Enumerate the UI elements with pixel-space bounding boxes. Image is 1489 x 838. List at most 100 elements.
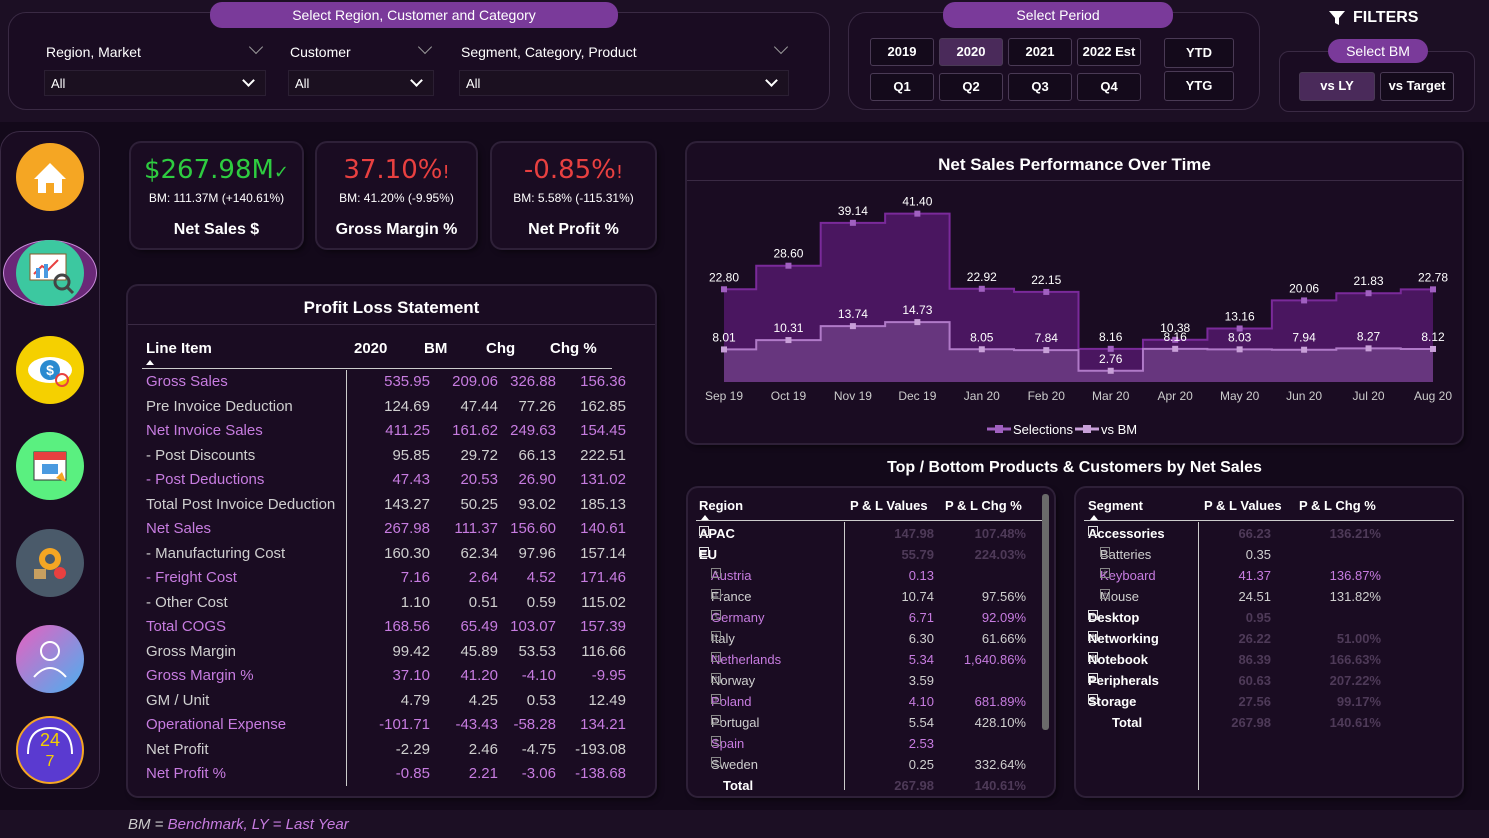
expand-icon[interactable]: +: [711, 631, 721, 641]
table-row[interactable]: + Notebook 86.39 166.63%: [1076, 652, 1462, 673]
pl-cell-v: 99.42: [392, 642, 430, 660]
data-point[interactable]: [1236, 346, 1243, 353]
data-point[interactable]: [849, 219, 856, 226]
year-2019-button[interactable]: 2019: [870, 38, 934, 66]
analytics-presentation-icon[interactable]: [16, 240, 84, 306]
data-point[interactable]: [1043, 347, 1050, 354]
table-row[interactable]: + Keyboard 41.37 136.87%: [1076, 568, 1462, 589]
segment-dropdown[interactable]: All: [459, 70, 789, 96]
data-point[interactable]: [978, 346, 985, 353]
table-row[interactable]: + Germany 6.71 92.09%: [688, 610, 1054, 631]
table-row[interactable]: + Sweden 0.25 332.64%: [688, 757, 1054, 778]
table-row[interactable]: + APAC 147.98 107.48%: [688, 526, 1054, 547]
q2-button[interactable]: Q2: [939, 73, 1003, 101]
data-point[interactable]: [1301, 346, 1308, 353]
ytd-button[interactable]: YTD: [1164, 38, 1234, 68]
data-point[interactable]: [978, 285, 985, 292]
filter-funnel-icon[interactable]: [1328, 9, 1346, 27]
pl-row: GM / Unit 4.79 4.25 0.53 12.49: [146, 692, 626, 716]
table-row[interactable]: − Accessories 66.23 136.21%: [1076, 526, 1462, 547]
row-name: + Italy: [711, 631, 735, 646]
expand-icon[interactable]: +: [1088, 694, 1098, 704]
expand-icon[interactable]: +: [1088, 673, 1098, 683]
data-point[interactable]: [1365, 345, 1372, 352]
table-row[interactable]: + Italy 6.30 61.66%: [688, 631, 1054, 652]
legend-label[interactable]: vs BM: [1101, 422, 1137, 437]
data-point[interactable]: [721, 346, 727, 353]
expand-icon[interactable]: +: [711, 652, 721, 662]
expand-icon[interactable]: +: [711, 736, 721, 746]
store-icon[interactable]: [16, 432, 84, 500]
table-row[interactable]: Total 267.98 140.61%: [688, 778, 1054, 799]
expand-icon[interactable]: +: [711, 589, 721, 599]
support-24-7-icon[interactable]: 24 7: [16, 716, 84, 784]
data-point[interactable]: [1043, 288, 1050, 295]
row-name: Total: [1112, 715, 1142, 730]
table-row[interactable]: + Networking 26.22 51.00%: [1076, 631, 1462, 652]
expand-icon[interactable]: +: [1100, 547, 1110, 557]
data-point[interactable]: [914, 319, 921, 326]
data-label: 13.16: [1225, 309, 1255, 323]
row-chg: 140.61%: [1329, 715, 1381, 730]
eye-dollar-icon[interactable]: $: [16, 336, 84, 404]
expand-icon[interactable]: +: [1100, 568, 1110, 578]
data-point[interactable]: [1301, 297, 1308, 304]
data-point[interactable]: [785, 337, 792, 344]
collapse-icon[interactable]: −: [699, 547, 709, 557]
expand-icon[interactable]: +: [1088, 631, 1098, 641]
year-2021-button[interactable]: 2021: [1008, 38, 1072, 66]
collapse-icon[interactable]: −: [1088, 526, 1098, 536]
vs-target-button[interactable]: vs Target: [1380, 72, 1454, 101]
expand-icon[interactable]: +: [711, 610, 721, 620]
table-row[interactable]: + Storage 27.56 99.17%: [1076, 694, 1462, 715]
table-row[interactable]: + Mouse 24.51 131.82%: [1076, 589, 1462, 610]
table-row[interactable]: + Poland 4.10 681.89%: [688, 694, 1054, 715]
table-row[interactable]: + Austria 0.13: [688, 568, 1054, 589]
data-point[interactable]: [785, 262, 792, 269]
data-point[interactable]: [1172, 345, 1179, 352]
sort-arrow-icon[interactable]: [146, 360, 154, 365]
ytg-button[interactable]: YTG: [1164, 71, 1234, 101]
legend-label[interactable]: Selections: [1013, 422, 1073, 437]
svg-text:7: 7: [46, 753, 55, 770]
year-2020-button[interactable]: 2020: [939, 38, 1003, 66]
expand-icon[interactable]: +: [699, 526, 709, 536]
table-row[interactable]: + France 10.74 97.56%: [688, 589, 1054, 610]
region-market-dropdown[interactable]: All: [44, 70, 266, 96]
expand-icon[interactable]: +: [711, 568, 721, 578]
pl-cell-chg: 97.96: [518, 544, 556, 562]
data-point[interactable]: [721, 286, 727, 293]
table-row[interactable]: + Peripherals 60.63 207.22%: [1076, 673, 1462, 694]
table-row[interactable]: + Spain 2.53: [688, 736, 1054, 757]
vs-ly-button[interactable]: vs LY: [1299, 72, 1375, 101]
table-row[interactable]: + Portugal 5.54 428.10%: [688, 715, 1054, 736]
table-row[interactable]: + Netherlands 5.34 1,640.86%: [688, 652, 1054, 673]
data-point[interactable]: [914, 210, 921, 217]
q4-button[interactable]: Q4: [1077, 73, 1141, 101]
table-row[interactable]: + Desktop 0.95: [1076, 610, 1462, 631]
customer-dropdown[interactable]: All: [288, 70, 434, 96]
expand-icon[interactable]: +: [711, 757, 721, 767]
supply-chain-icon[interactable]: [16, 529, 84, 597]
expand-icon[interactable]: +: [1100, 589, 1110, 599]
q1-button[interactable]: Q1: [870, 73, 934, 101]
expand-icon[interactable]: +: [1088, 652, 1098, 662]
data-point[interactable]: [1430, 345, 1436, 352]
table-row[interactable]: + Batteries 0.35: [1076, 547, 1462, 568]
expand-icon[interactable]: +: [711, 715, 721, 725]
year-2022-est-button[interactable]: 2022 Est: [1077, 38, 1141, 66]
expand-icon[interactable]: +: [1088, 610, 1098, 620]
table-row[interactable]: − EU 55.79 224.03%: [688, 547, 1054, 568]
expand-icon[interactable]: +: [711, 694, 721, 704]
q3-button[interactable]: Q3: [1008, 73, 1072, 101]
data-point[interactable]: [1107, 367, 1114, 374]
data-point[interactable]: [849, 323, 856, 330]
data-point[interactable]: [1430, 286, 1436, 293]
region-scrollbar[interactable]: [1042, 494, 1049, 730]
expand-icon[interactable]: +: [711, 673, 721, 683]
table-row[interactable]: Total 267.98 140.61%: [1076, 715, 1462, 736]
data-point[interactable]: [1365, 290, 1372, 297]
home-icon[interactable]: [16, 143, 84, 211]
table-row[interactable]: + Norway 3.59: [688, 673, 1054, 694]
user-icon[interactable]: [16, 625, 84, 693]
